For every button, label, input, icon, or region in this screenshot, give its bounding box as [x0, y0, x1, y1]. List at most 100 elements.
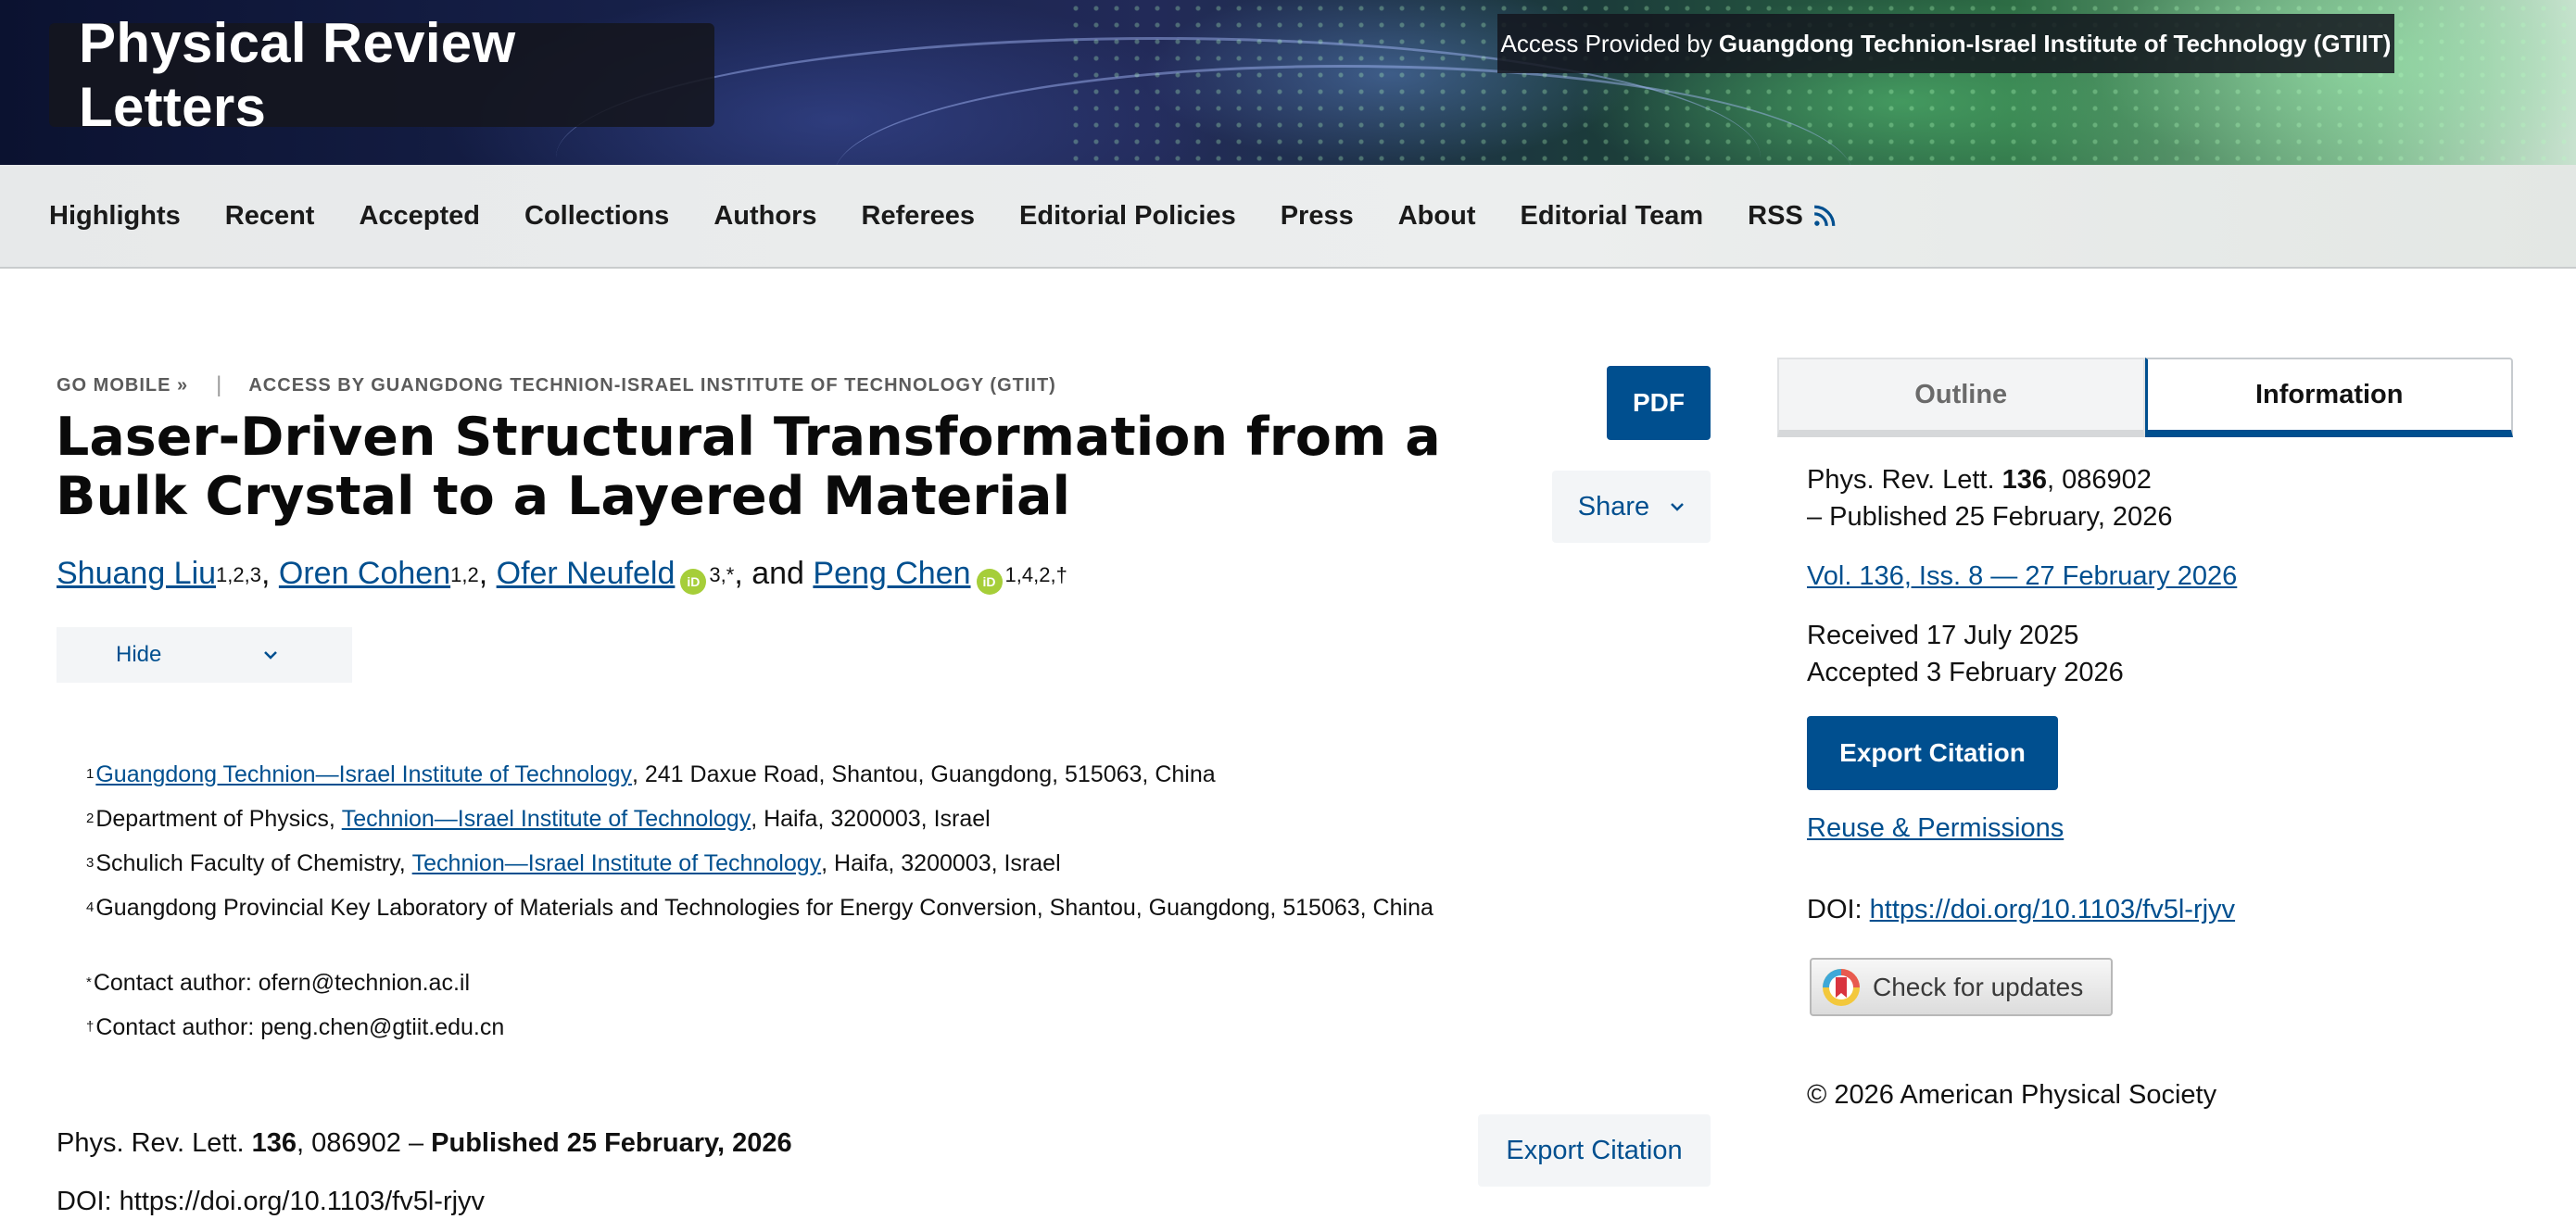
affiliation-item: 1 Guangdong Technion—Israel Institute of … [86, 761, 1433, 806]
sidebar-volume: 136 [2001, 465, 2047, 495]
sidebar-doi: DOI: https://doi.org/10.1103/fv5l-rjyv [1807, 895, 2235, 925]
received-date: Received 17 July 2025 [1807, 621, 2079, 650]
chevron-down-icon [264, 651, 278, 660]
author-affil-sup: 3,* [709, 563, 735, 586]
share-label: Share [1577, 491, 1650, 522]
author-link[interactable]: Oren Cohen [279, 556, 450, 592]
accepted-date: Accepted 3 February 2026 [1807, 658, 2124, 687]
main-nav: Highlights Recent Accepted Collections A… [0, 165, 2576, 269]
affiliation-number: 1 [86, 766, 95, 782]
citation-published: Published 25 February, 2026 [431, 1128, 792, 1158]
issue-link-wrap: Vol. 136, Iss. 8 — 27 February 2026 [1807, 561, 2237, 592]
breadcrumb-divider: | [216, 372, 223, 397]
article-title: Laser-Driven Structural Transformation f… [56, 407, 1441, 527]
doi-line: DOI: https://doi.org/10.1103/fv5l-rjyv [57, 1187, 486, 1216]
nav-referees[interactable]: Referees [862, 201, 976, 232]
nav-about[interactable]: About [1398, 201, 1476, 232]
nav-authors[interactable]: Authors [713, 201, 816, 232]
contact-item: * Contact author: ofern@technion.ac.il [86, 970, 504, 1014]
affiliation-list: 1 Guangdong Technion—Israel Institute of … [86, 761, 1433, 939]
affiliation-link[interactable]: Guangdong Technion—Israel Institute of T… [95, 761, 632, 788]
orcid-icon[interactable]: iD [680, 569, 707, 595]
affiliation-text: , Haifa, 3200003, Israel [821, 850, 1061, 876]
affiliation-item: 3 Schulich Faculty of Chemistry, Technion… [86, 850, 1433, 895]
tab-outline[interactable]: Outline [1777, 358, 2145, 437]
affiliation-number: 4 [86, 899, 95, 915]
citation-article: , 086902 – [297, 1128, 432, 1158]
author-affil-sup: 1,4,2,† [1004, 563, 1067, 586]
affiliation-number: 2 [86, 811, 95, 826]
author-link[interactable]: Ofer Neufeld [497, 556, 676, 592]
affiliation-text: Guangdong Provincial Key Laboratory of M… [95, 895, 1433, 921]
sidebar-published: – Published 25 February, 2026 [1807, 502, 2173, 532]
access-prefix: Access Provided by [1500, 29, 1712, 57]
nav-rss[interactable]: RSS [1748, 201, 1837, 232]
affiliation-text: Department of Physics, [95, 806, 342, 832]
check-for-updates-label: Check for updates [1873, 972, 2084, 1001]
nav-rss-label: RSS [1748, 200, 1803, 231]
nav-accepted[interactable]: Accepted [359, 201, 480, 232]
citation-line: Phys. Rev. Lett. 136, 086902 – Published… [57, 1128, 792, 1159]
hide-label: Hide [116, 642, 162, 667]
crossmark-icon [1823, 968, 1860, 1006]
nav-editorial-team[interactable]: Editorial Team [1520, 201, 1703, 232]
contact-item: † Contact author: peng.chen@gtiit.edu.cn [86, 1014, 504, 1059]
access-note: ACCESS BY GUANGDONG TECHNION-ISRAEL INST… [248, 374, 1056, 396]
hide-affiliations-button[interactable]: Hide [57, 627, 352, 683]
affiliation-text: , Haifa, 3200003, Israel [751, 806, 991, 832]
issue-link[interactable]: Vol. 136, Iss. 8 — 27 February 2026 [1807, 561, 2237, 591]
affiliation-item: 4 Guangdong Provincial Key Laboratory of … [86, 895, 1433, 939]
author-separator: , [478, 556, 497, 591]
journal-title: Physical Review Letters [79, 12, 516, 138]
citation-volume: 136 [251, 1128, 297, 1158]
sidebar-journal: Phys. Rev. Lett. [1807, 465, 2002, 495]
orcid-icon[interactable]: iD [976, 569, 1003, 595]
nav-highlights[interactable]: Highlights [49, 201, 181, 232]
contact-text: Contact author: peng.chen@gtiit.edu.cn [95, 1014, 505, 1040]
affiliation-item: 2 Department of Physics, Technion—Israel … [86, 806, 1433, 850]
contact-list: * Contact author: ofern@technion.ac.il † C… [86, 970, 504, 1059]
doi-link[interactable]: https://doi.org/10.1103/fv5l-rjyv [1870, 895, 2235, 924]
journal-logo[interactable]: Physical Review Letters [49, 12, 714, 138]
access-banner: Access Provided by Guangdong Technion-Is… [1497, 14, 2394, 73]
contact-text: Contact author: ofern@technion.ac.il [93, 970, 471, 996]
affiliation-text: , 241 Daxue Road, Shantou, Guangdong, 51… [631, 761, 1216, 787]
nav-press[interactable]: Press [1281, 201, 1354, 232]
author-affil-sup: 1,2,3 [216, 563, 261, 586]
share-button[interactable]: Share [1552, 471, 1711, 543]
affiliation-link[interactable]: Technion—Israel Institute of Technology [412, 850, 821, 877]
go-mobile-link[interactable]: GO MOBILE » [57, 375, 188, 396]
nav-recent[interactable]: Recent [225, 201, 315, 232]
pdf-button[interactable]: PDF [1607, 366, 1711, 440]
sidebar-article-number: , 086902 [2047, 465, 2152, 495]
nav-editorial-policies[interactable]: Editorial Policies [1019, 201, 1236, 232]
affiliation-text: Schulich Faculty of Chemistry, [95, 850, 412, 876]
breadcrumb: GO MOBILE » | ACCESS BY GUANGDONG TECHNI… [57, 372, 1056, 398]
rss-icon [1813, 205, 1836, 226]
export-citation-button[interactable]: Export Citation [1478, 1114, 1711, 1187]
doi-label: DOI: [1807, 895, 1870, 924]
author-link[interactable]: Peng Chen [813, 556, 970, 592]
affiliation-link[interactable]: Technion—Israel Institute of Technology [342, 806, 751, 833]
sidebar-tabs: Outline Information [1777, 358, 2513, 437]
access-institution: Guangdong Technion-Israel Institute of T… [1718, 29, 2392, 57]
author-separator: , and [734, 556, 814, 591]
author-separator: , [260, 556, 279, 591]
chevron-down-icon [1671, 503, 1685, 511]
citation-journal: Phys. Rev. Lett. [57, 1128, 252, 1158]
contact-mark: † [86, 1019, 95, 1035]
check-for-updates-button[interactable]: Check for updates [1810, 958, 2113, 1016]
sidebar-citation: Phys. Rev. Lett. 136, 086902 [1807, 465, 2152, 496]
nav-collections[interactable]: Collections [524, 201, 669, 232]
header-banner: Physical Review Letters Access Provided … [0, 0, 2576, 165]
copyright-notice: © 2026 American Physical Society [1807, 1080, 2217, 1110]
reuse-permissions-link[interactable]: Reuse & Permissions [1807, 813, 2064, 843]
author-affil-sup: 1,2 [450, 563, 479, 586]
contact-mark: * [86, 974, 92, 990]
tab-information[interactable]: Information [2144, 358, 2513, 437]
sidebar-export-citation-button[interactable]: Export Citation [1807, 716, 2058, 790]
reuse-wrap: Reuse & Permissions [1807, 813, 2064, 844]
author-link[interactable]: Shuang Liu [57, 556, 216, 592]
affiliation-number: 3 [86, 855, 95, 871]
author-list: Shuang Liu 1,2,3, Oren Cohen 1,2, Ofer Neu… [57, 556, 1067, 595]
